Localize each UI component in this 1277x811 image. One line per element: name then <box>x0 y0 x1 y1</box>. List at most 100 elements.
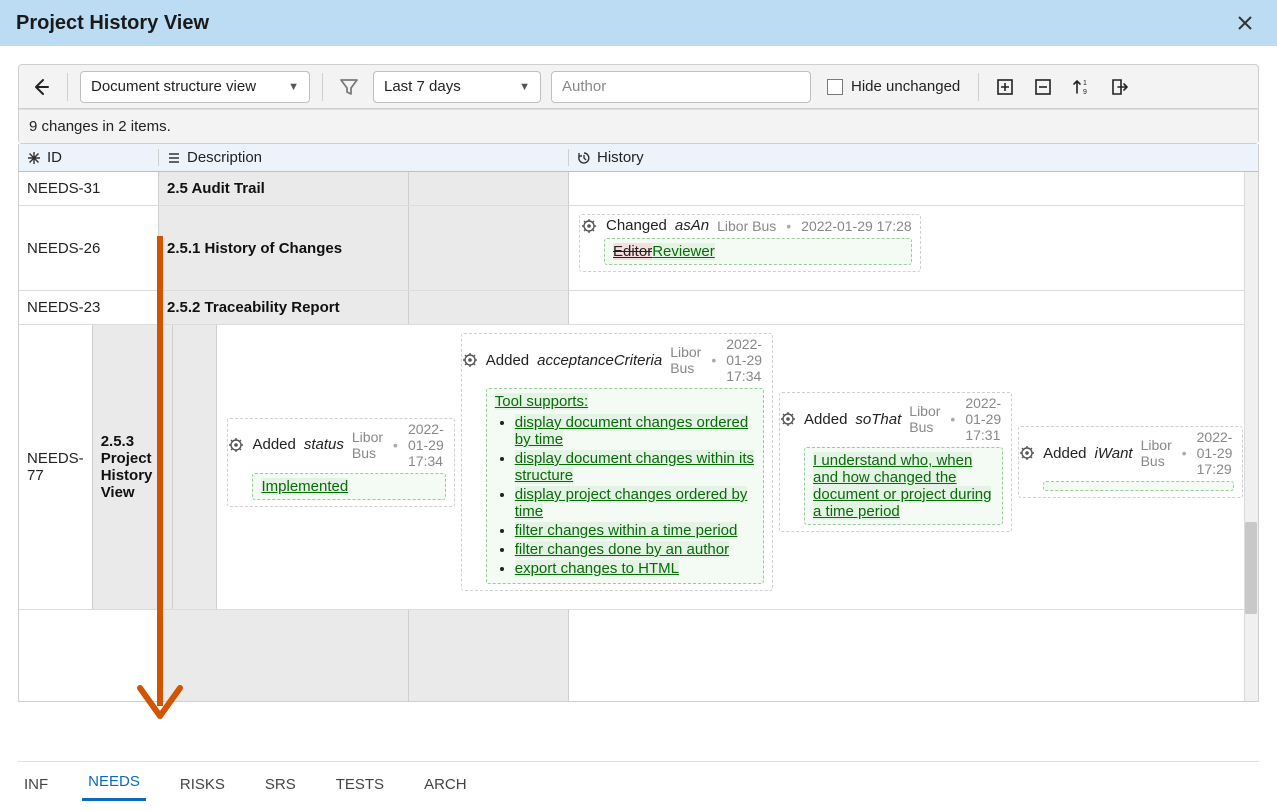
table-row[interactable]: NEEDS-23 2.5.2 Traceability Report <box>19 291 1258 325</box>
cell-description: 2.5 Audit Trail <box>159 172 409 205</box>
toolbar-container: Document structure view ▼ Last 7 days ▼ … <box>18 64 1259 144</box>
export-button[interactable] <box>1105 73 1133 101</box>
table-filler <box>19 610 1258 702</box>
cell-description: 2.5.3 Project History View <box>93 325 173 609</box>
history-entry: Added status Libor Bus • 2022-01-29 17:3… <box>227 418 454 507</box>
gear-icon <box>1019 445 1035 461</box>
cell-description: 2.5.2 Traceability Report <box>159 291 409 324</box>
tab-srs[interactable]: SRS <box>259 772 302 801</box>
history-field: iWant <box>1095 445 1133 462</box>
cell-description-pad <box>409 206 569 290</box>
cell-id: NEEDS-31 <box>19 172 159 205</box>
history-entry-header: Added acceptanceCriteria Libor Bus • 202… <box>462 334 772 388</box>
history-entry: Added iWant Libor Bus • 2022-01-29 17:29 <box>1018 426 1243 498</box>
back-button[interactable] <box>27 73 55 101</box>
history-entry-header: Added status Libor Bus • 2022-01-29 17:3… <box>228 419 453 473</box>
history-action: Added <box>1043 445 1086 462</box>
tab-needs[interactable]: NEEDS <box>82 769 146 801</box>
arrow-left-icon <box>31 77 51 97</box>
table-row[interactable]: NEEDS-77 2.5.3 Project History View Adde… <box>19 325 1258 610</box>
history-timestamp: 2022-01-29 17:28 <box>801 218 912 234</box>
table-row[interactable]: NEEDS-31 2.5 Audit Trail <box>19 172 1258 206</box>
history-field: acceptanceCriteria <box>537 352 662 369</box>
export-icon <box>1109 77 1129 97</box>
hide-unchanged-checkbox[interactable]: Hide unchanged <box>821 78 966 95</box>
view-selector-label: Document structure view <box>91 78 256 95</box>
sort-icon: 19 <box>1071 77 1091 97</box>
column-header-history[interactable]: History <box>569 149 1244 166</box>
change-summary: 9 changes in 2 items. <box>19 109 1258 143</box>
filter-icon <box>339 77 359 97</box>
gear-icon <box>581 218 597 234</box>
window-title: Project History View <box>16 12 209 35</box>
separator <box>67 73 68 101</box>
titlebar: Project History View <box>0 0 1277 46</box>
column-header-description[interactable]: Description <box>159 149 569 166</box>
history-entry: Added acceptanceCriteria Libor Bus • 202… <box>461 333 773 591</box>
cell-description: 2.5.1 History of Changes <box>159 206 409 290</box>
tab-risks[interactable]: RISKS <box>174 772 231 801</box>
history-author: Libor Bus <box>717 218 776 234</box>
collapse-all-button[interactable] <box>1029 73 1057 101</box>
column-header-id-label: ID <box>47 149 62 166</box>
history-action: Changed <box>606 217 667 234</box>
tab-tests[interactable]: TESTS <box>330 772 390 801</box>
toolbar: Document structure view ▼ Last 7 days ▼ … <box>19 65 1258 109</box>
history-field: soThat <box>855 411 901 428</box>
gear-icon <box>228 437 244 453</box>
time-filter-selector[interactable]: Last 7 days ▼ <box>373 71 541 103</box>
chevron-down-icon: ▼ <box>288 81 299 93</box>
separator <box>322 73 323 101</box>
history-author: Libor Bus <box>670 344 701 376</box>
gear-icon <box>462 352 478 368</box>
content-area: Document structure view ▼ Last 7 days ▼ … <box>0 46 1277 712</box>
hide-unchanged-label: Hide unchanged <box>851 78 960 95</box>
cell-history: Changed asAn Libor Bus • 2022-01-29 17:2… <box>569 206 1244 290</box>
separator <box>978 73 979 101</box>
close-button[interactable] <box>1229 11 1261 35</box>
author-filter-input[interactable] <box>551 71 811 103</box>
history-icon <box>577 151 591 165</box>
history-action: Added <box>252 436 295 453</box>
close-icon <box>1237 15 1253 31</box>
history-timestamp: 2022-01-29 17:34 <box>726 336 764 384</box>
cell-id: NEEDS-23 <box>19 291 159 324</box>
view-selector[interactable]: Document structure view ▼ <box>80 71 310 103</box>
history-timestamp: 2022-01-29 17:29 <box>1197 429 1235 477</box>
history-entry-header: Changed asAn Libor Bus • 2022-01-29 17:2… <box>580 215 920 238</box>
table-row[interactable]: NEEDS-26 2.5.1 History of Changes Change… <box>19 206 1258 291</box>
filter-button[interactable] <box>335 73 363 101</box>
scrollbar-thumb[interactable] <box>1245 522 1257 614</box>
cell-description-pad <box>409 172 569 205</box>
tab-arch[interactable]: ARCH <box>418 772 473 801</box>
column-header-description-label: Description <box>187 149 262 166</box>
document-tabs: INF NEEDS RISKS SRS TESTS ARCH <box>18 761 1259 801</box>
history-entry: Changed asAn Libor Bus • 2022-01-29 17:2… <box>579 214 921 272</box>
column-header-id[interactable]: ID <box>19 149 159 166</box>
history-timestamp: 2022-01-29 17:34 <box>408 421 446 469</box>
cell-history <box>569 291 1244 324</box>
tab-inf[interactable]: INF <box>18 772 54 801</box>
gear-icon <box>780 411 796 427</box>
cell-description-pad <box>409 291 569 324</box>
cell-id: NEEDS-26 <box>19 206 159 290</box>
cell-id: NEEDS-77 <box>19 325 93 609</box>
asterisk-icon <box>27 151 41 165</box>
table-header: ID Description History <box>19 144 1258 172</box>
history-table: ID Description History NEEDS-31 2.5 Audi… <box>18 144 1259 702</box>
history-entry-header: Added soThat Libor Bus • 2022-01-29 17:3… <box>780 393 1011 447</box>
history-action: Added <box>804 411 847 428</box>
sort-button[interactable]: 19 <box>1067 73 1095 101</box>
history-action: Added <box>486 352 529 369</box>
svg-text:1: 1 <box>1083 80 1087 87</box>
history-author: Libor Bus <box>352 429 383 461</box>
history-author: Libor Bus <box>909 403 940 435</box>
chevron-down-icon: ▼ <box>519 81 530 93</box>
cell-history <box>569 172 1244 205</box>
history-entry-header: Added iWant Libor Bus • 2022-01-29 17:29 <box>1019 427 1242 481</box>
svg-text:9: 9 <box>1083 89 1087 96</box>
history-field: asAn <box>675 217 709 234</box>
history-field: status <box>304 436 344 453</box>
scrollbar-track[interactable] <box>1244 172 1258 702</box>
expand-all-button[interactable] <box>991 73 1019 101</box>
